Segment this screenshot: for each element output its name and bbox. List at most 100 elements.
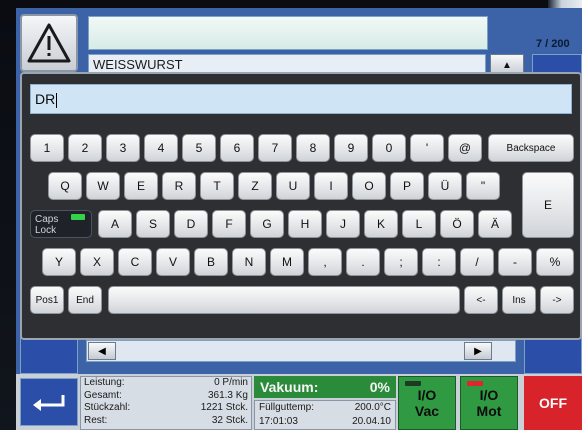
key-colon[interactable]: : <box>422 248 456 276</box>
key-5[interactable]: 5 <box>182 134 216 162</box>
key-j[interactable]: J <box>326 210 360 238</box>
key-e[interactable]: E <box>124 172 158 200</box>
key-g[interactable]: G <box>250 210 284 238</box>
key-f[interactable]: F <box>212 210 246 238</box>
key-l[interactable]: L <box>402 210 436 238</box>
arrow-up-icon: ▲ <box>502 59 512 71</box>
key-3[interactable]: 3 <box>106 134 140 162</box>
key-comma[interactable]: , <box>308 248 342 276</box>
vacuum-status-led-icon <box>405 381 421 386</box>
stat-row: Gesamt: 361.3 Kg <box>81 390 251 403</box>
key-o[interactable]: O <box>352 172 386 200</box>
text-caret <box>56 92 58 108</box>
vacuum-button-label: Vac <box>414 403 440 419</box>
enter-key[interactable]: E <box>522 172 574 238</box>
key-u-umlaut[interactable]: Ü <box>428 172 462 200</box>
motor-io-button[interactable]: I/O Mot <box>460 376 518 430</box>
keyboard-text-input[interactable]: DR <box>30 84 572 114</box>
key-apostrophe[interactable]: ' <box>410 134 444 162</box>
key-h[interactable]: H <box>288 210 322 238</box>
key-x[interactable]: X <box>80 248 114 276</box>
fill-temp-value: 200.0°C <box>354 402 391 413</box>
vacuum-io-button[interactable]: I/O Vac <box>398 376 456 430</box>
stat-value: 0 P/min <box>214 377 248 388</box>
key-s[interactable]: S <box>136 210 170 238</box>
key-t[interactable]: T <box>200 172 234 200</box>
back-button[interactable] <box>20 378 78 426</box>
stat-label: Leistung: <box>84 377 125 388</box>
arrow-left-icon: ◀ <box>98 345 106 357</box>
cursor-right-key[interactable]: -> <box>540 286 574 314</box>
motor-io-label: I/O <box>479 387 499 403</box>
stat-label: Gesamt: <box>84 389 122 401</box>
key-7[interactable]: 7 <box>258 134 292 162</box>
keyboard-input-value: DR <box>35 91 56 107</box>
motor-button-label: Mot <box>476 403 502 419</box>
vacuum-io-label: I/O <box>417 387 437 403</box>
stat-value: 1221 Stck. <box>200 402 248 413</box>
key-semicolon[interactable]: ; <box>384 248 418 276</box>
key-o-umlaut[interactable]: Ö <box>440 210 474 238</box>
stat-label: Rest: <box>84 414 108 426</box>
key-6[interactable]: 6 <box>220 134 254 162</box>
key-2[interactable]: 2 <box>68 134 102 162</box>
page-counter: 7 / 200 <box>536 38 570 50</box>
key-n[interactable]: N <box>232 248 266 276</box>
scroll-right-button[interactable]: ▶ <box>464 342 492 360</box>
key-m[interactable]: M <box>270 248 304 276</box>
horizontal-scrollbar[interactable] <box>86 340 516 362</box>
fill-temp-row: Füllguttemp: 200.0°C <box>255 401 395 415</box>
key-d[interactable]: D <box>174 210 208 238</box>
date-value: 20.04.10 <box>352 416 391 427</box>
stat-row: Stückzahl: 1221 Stck. <box>81 402 251 415</box>
key-a-umlaut[interactable]: Ä <box>478 210 512 238</box>
key-y[interactable]: Y <box>42 248 76 276</box>
caps-lock-key[interactable]: Caps Lock <box>30 210 92 238</box>
key-8[interactable]: 8 <box>296 134 330 162</box>
key-9[interactable]: 9 <box>334 134 368 162</box>
fill-temp-label: Füllguttemp: <box>259 402 315 413</box>
off-button[interactable]: OFF <box>524 376 582 430</box>
key-quote[interactable]: " <box>466 172 500 200</box>
key-z[interactable]: Z <box>238 172 272 200</box>
backspace-key[interactable]: Backspace <box>488 134 574 162</box>
insert-key[interactable]: Ins <box>502 286 536 314</box>
key-p[interactable]: P <box>390 172 424 200</box>
production-stats: Leistung: 0 P/min Gesamt: 361.3 Kg Stückza… <box>80 376 252 430</box>
stat-label: Stückzahl: <box>84 402 131 413</box>
arrow-right-icon: ▶ <box>474 345 482 357</box>
key-a[interactable]: A <box>98 210 132 238</box>
warning-triangle-icon <box>27 23 71 63</box>
key-at[interactable]: @ <box>448 134 482 162</box>
warning-button[interactable] <box>20 14 78 72</box>
key-1[interactable]: 1 <box>30 134 64 162</box>
key-r[interactable]: R <box>162 172 196 200</box>
key-0[interactable]: 0 <box>372 134 406 162</box>
time-value: 17:01:03 <box>259 416 298 427</box>
key-u[interactable]: U <box>276 172 310 200</box>
stat-value: 32 Stck. <box>211 414 248 426</box>
key-q[interactable]: Q <box>48 172 82 200</box>
scroll-left-button[interactable]: ◀ <box>88 342 116 360</box>
key-b[interactable]: B <box>194 248 228 276</box>
key-k[interactable]: K <box>364 210 398 238</box>
cursor-left-key[interactable]: <- <box>464 286 498 314</box>
key-minus[interactable]: - <box>498 248 532 276</box>
return-arrow-icon <box>33 395 65 411</box>
key-i[interactable]: I <box>314 172 348 200</box>
key-slash[interactable]: / <box>460 248 494 276</box>
stat-row: Leistung: 0 P/min <box>81 377 251 390</box>
caps-lock-label: Caps Lock <box>35 214 59 236</box>
key-c[interactable]: C <box>118 248 152 276</box>
key-percent[interactable]: % <box>536 248 574 276</box>
pos1-key[interactable]: Pos1 <box>30 286 64 314</box>
key-period[interactable]: . <box>346 248 380 276</box>
end-key[interactable]: End <box>68 286 102 314</box>
stat-value: 361.3 Kg <box>207 389 248 401</box>
key-w[interactable]: W <box>86 172 120 200</box>
key-v[interactable]: V <box>156 248 190 276</box>
motor-status-led-icon <box>467 381 483 386</box>
space-key[interactable] <box>108 286 460 314</box>
vacuum-label: Vakuum: <box>260 379 319 395</box>
key-4[interactable]: 4 <box>144 134 178 162</box>
